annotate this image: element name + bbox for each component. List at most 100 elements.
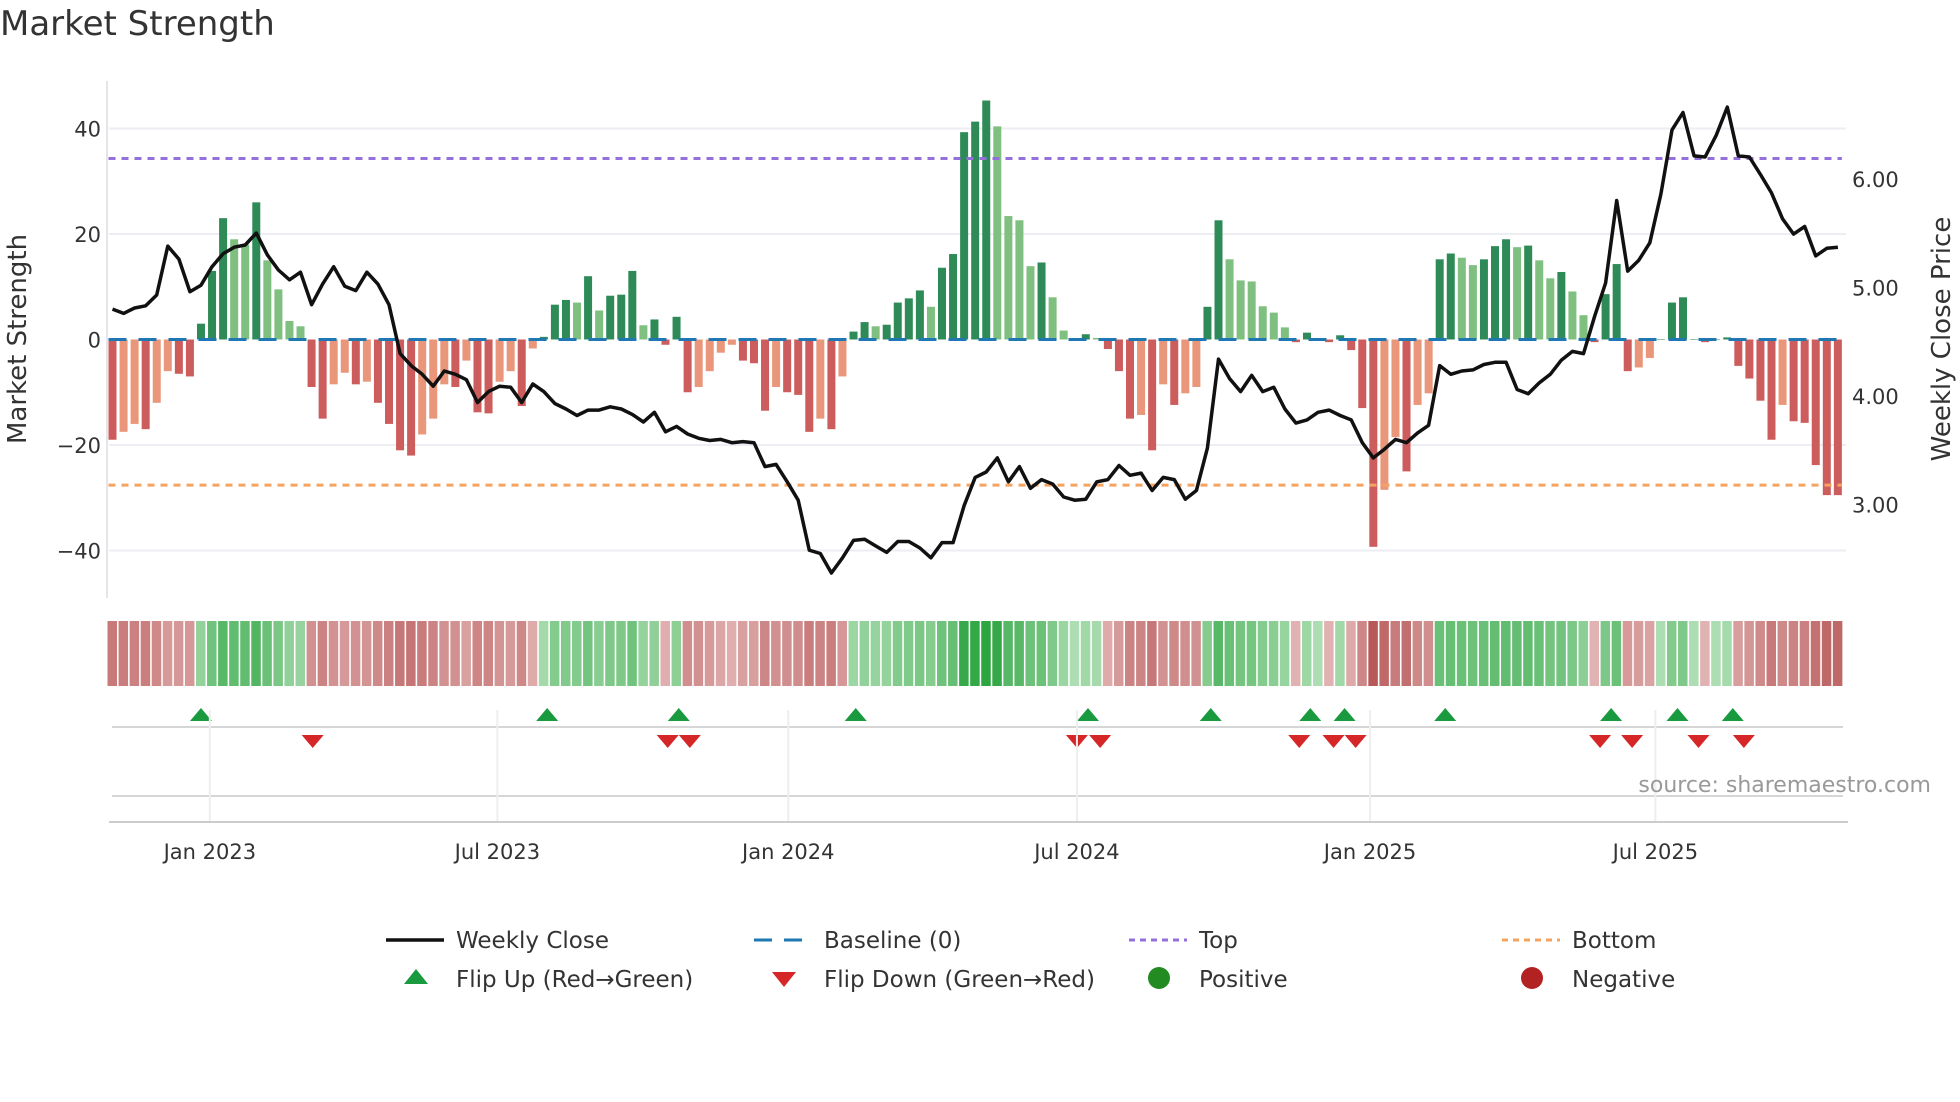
positive-bar — [1513, 247, 1522, 340]
y2-axis-label: Weekly Close Price — [1927, 217, 1957, 462]
strength-cell — [1025, 621, 1035, 686]
negative-bar — [163, 339, 172, 372]
flip-panel — [112, 708, 1843, 797]
strength-cell — [516, 621, 527, 686]
strength-cell — [671, 621, 682, 686]
strength-cell — [605, 621, 615, 686]
negative-bar — [1734, 339, 1743, 366]
strength-cell — [1589, 621, 1600, 686]
positive-bar — [573, 302, 582, 340]
positive-bar — [1203, 306, 1212, 340]
negative-bar — [1789, 339, 1798, 422]
legend-item-line: Weekly Close — [386, 928, 609, 954]
legend-item-up: Flip Up (Red→Green) — [404, 967, 693, 993]
strength-cell — [1213, 621, 1223, 686]
legend-label: Weekly Close — [456, 928, 609, 954]
flip-up-marker — [1434, 708, 1457, 721]
negative-bar — [761, 339, 770, 411]
strength-cell — [1788, 621, 1799, 686]
strength-cell — [1401, 621, 1412, 686]
positive-bar — [849, 331, 858, 340]
legend-label: Positive — [1199, 967, 1288, 993]
negative-bar — [1380, 339, 1389, 490]
negative-bar — [827, 339, 836, 430]
strength-cell — [1655, 621, 1666, 686]
strength-cell — [948, 621, 958, 686]
legend-item-bottom: Bottom — [1502, 928, 1656, 954]
flip-up-marker — [667, 708, 690, 721]
legend-label: Baseline (0) — [824, 928, 961, 954]
strength-cell — [704, 621, 715, 686]
x-tick-label: Jan 2024 — [740, 840, 835, 864]
positive-bar — [606, 295, 615, 340]
negative-bar — [694, 339, 703, 387]
negative-bar — [1347, 339, 1356, 351]
negative-bar — [1159, 339, 1168, 385]
strength-cell — [295, 621, 306, 686]
negative-bar — [683, 339, 692, 393]
y2-tick-label: 5.00 — [1852, 276, 1899, 300]
strength-cell — [1666, 621, 1677, 686]
strength-cell — [1423, 621, 1434, 686]
strength-cell — [284, 621, 294, 686]
strength-cell — [1113, 621, 1124, 686]
strength-cell — [1644, 621, 1655, 686]
negative-bar — [794, 339, 803, 395]
negative-bar — [1811, 339, 1820, 466]
strength-cell — [162, 621, 173, 686]
negative-bar — [805, 339, 814, 432]
strength-cell — [207, 621, 217, 686]
flip-down-marker — [1621, 735, 1644, 748]
negative-bar — [1181, 339, 1190, 394]
legend-item-down: Flip Down (Green→Red) — [772, 967, 1095, 993]
flip-up-marker — [844, 708, 867, 721]
strength-cell — [1600, 621, 1611, 686]
flip-down-marker — [1687, 735, 1710, 748]
negative-bar — [1391, 339, 1400, 438]
negative-bar — [1833, 339, 1842, 496]
positive-bar — [1524, 245, 1533, 340]
strength-cell — [903, 621, 914, 686]
positive-bar — [672, 316, 681, 340]
strength-cell — [760, 621, 770, 686]
strength-cell — [1678, 621, 1688, 686]
strength-cell — [1821, 621, 1832, 686]
strength-cell — [1711, 621, 1721, 686]
strength-cell — [1832, 621, 1843, 686]
negative-bar — [1800, 339, 1809, 423]
negative-bar — [307, 339, 316, 387]
positive-bar — [584, 276, 593, 340]
flip-down-marker — [1589, 735, 1612, 748]
negative-bar — [407, 339, 416, 456]
negative-bar — [705, 339, 714, 372]
strength-cell — [837, 621, 847, 686]
negative-bar — [484, 339, 493, 414]
strength-cell — [549, 621, 560, 686]
negative-bar — [1745, 339, 1754, 379]
legend-label: Bottom — [1572, 928, 1656, 954]
negative-bar — [495, 339, 504, 382]
positive-bar — [650, 319, 659, 340]
negative-bar — [1778, 339, 1787, 405]
positive-bar — [1037, 262, 1046, 340]
strength-cell — [317, 621, 328, 686]
positive-bar — [208, 270, 217, 340]
positive-bar — [882, 324, 891, 340]
negative-bar — [738, 339, 747, 361]
positive-bar — [949, 254, 958, 340]
strength-cell — [1357, 621, 1367, 686]
negative-bar — [385, 339, 393, 424]
strength-cell — [1567, 621, 1577, 686]
strength-cell — [1501, 621, 1511, 686]
negative-bar — [119, 339, 128, 432]
strength-cell — [804, 621, 814, 686]
y-tick-label: 20 — [74, 223, 101, 247]
flip-down-marker — [1089, 735, 1112, 748]
negative-bar — [318, 339, 327, 419]
strength-cell — [395, 621, 405, 686]
strength-cell — [1335, 621, 1345, 686]
positive-bar — [561, 299, 570, 340]
positive-bar — [628, 270, 637, 340]
positive-bar — [926, 306, 935, 340]
x-tick-label: Jul 2025 — [1611, 840, 1698, 864]
